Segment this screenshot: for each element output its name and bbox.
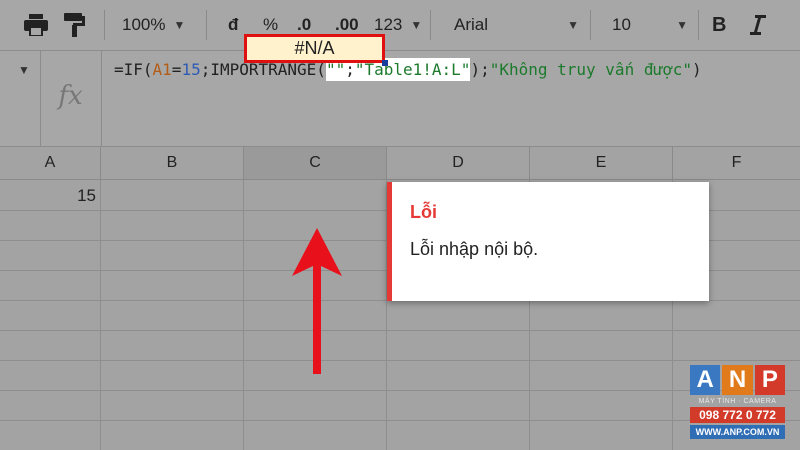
chevron-down-icon: ▼ (567, 18, 579, 32)
toolbar: 100% ▼ đ % .0 .00 123 ▼ Arial ▼ 10 ▼ B (0, 0, 800, 51)
formula-bar: ▼ fx =IF(A1=15;IMPORTRANGE("";"Table1!A:… (0, 51, 800, 147)
chevron-down-icon: ▼ (18, 63, 30, 77)
fill-handle[interactable] (382, 60, 388, 66)
red-arrow-annotation (292, 228, 342, 374)
currency-button[interactable]: đ (228, 0, 238, 50)
column-header-a[interactable]: A (0, 147, 101, 180)
cell-c1-selected[interactable]: #N/A (244, 34, 385, 63)
chevron-down-icon: ▼ (410, 18, 423, 32)
column-header-d[interactable]: D (387, 147, 530, 180)
zoom-select[interactable]: 100% ▼ (122, 0, 185, 50)
paint-format-icon[interactable] (64, 0, 86, 50)
cell-a1[interactable]: 15 (0, 181, 100, 210)
zoom-value: 100% (122, 15, 166, 34)
font-size-select[interactable]: 10 ▼ (612, 0, 688, 50)
column-header-e[interactable]: E (530, 147, 673, 180)
error-title: Lỗi (410, 202, 437, 222)
chevron-down-icon: ▼ (676, 18, 688, 32)
italic-icon[interactable] (750, 0, 766, 50)
bold-button[interactable]: B (712, 0, 726, 50)
column-header-c[interactable]: C (244, 147, 387, 180)
chevron-down-icon: ▼ (173, 18, 186, 32)
print-icon[interactable] (24, 0, 48, 50)
fx-icon: fx (40, 51, 102, 146)
error-tooltip: Lỗi Lỗi nhập nội bộ. (387, 182, 709, 301)
formula-input[interactable]: =IF(A1=15;IMPORTRANGE("";"Table1!A:L");"… (114, 58, 702, 81)
column-header-f[interactable]: F (673, 147, 800, 180)
name-box[interactable]: ▼ (0, 51, 41, 146)
error-message: Lỗi nhập nội bộ. (410, 239, 539, 259)
font-select[interactable]: Arial ▼ (454, 0, 579, 50)
column-header-b[interactable]: B (101, 147, 244, 180)
anp-logo: A N P MÁY TÍNH · CAMERA 098 772 0 772 WW… (690, 365, 785, 439)
